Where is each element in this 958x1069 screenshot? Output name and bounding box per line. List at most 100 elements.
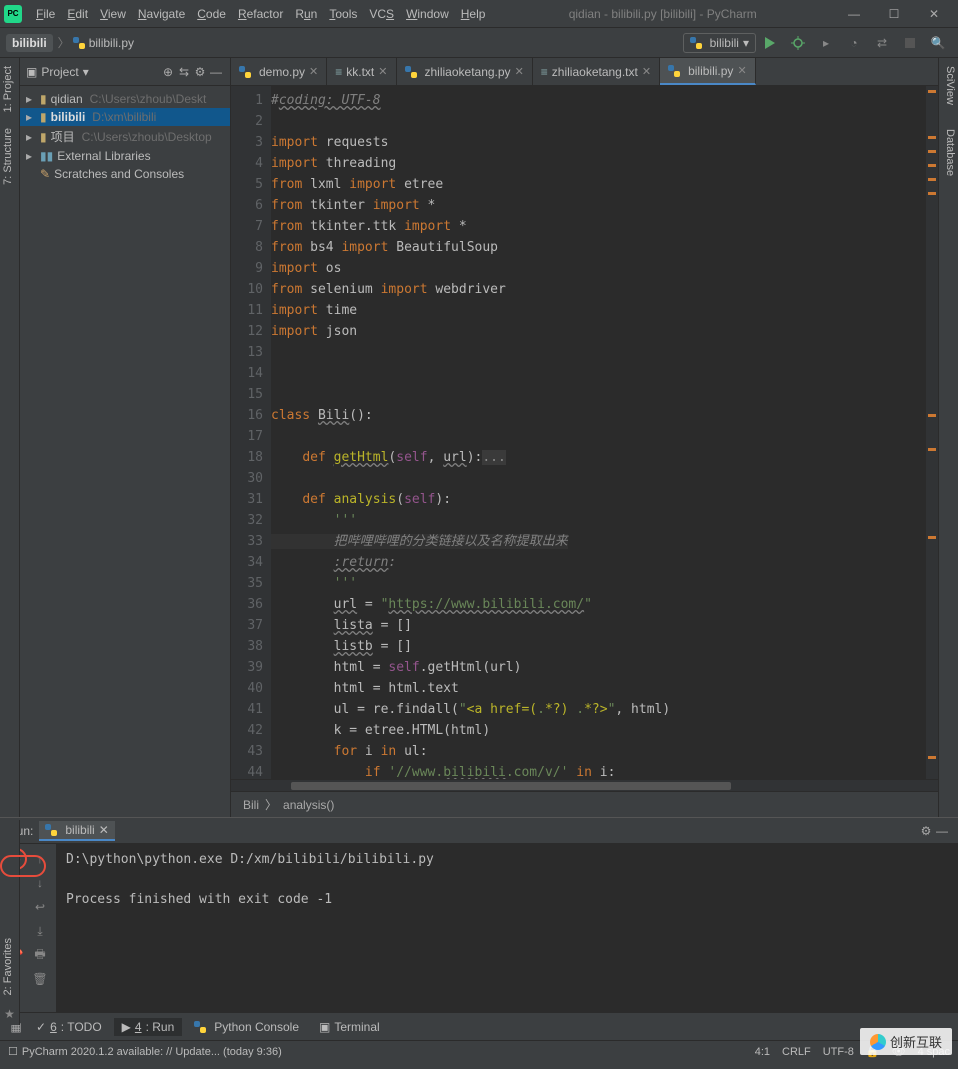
breadcrumb-class[interactable]: Bili <box>243 798 259 812</box>
hide-icon[interactable]: — <box>208 64 224 80</box>
gear-icon[interactable]: ⚙ <box>918 823 934 839</box>
tree-item-scratches[interactable]: ✎Scratches and Consoles <box>20 165 230 183</box>
tab-bilibili[interactable]: bilibili.py✕ <box>660 58 756 85</box>
tab-demo[interactable]: demo.py✕ <box>231 58 327 85</box>
watermark: 创新互联 <box>860 1028 952 1055</box>
right-tool-sciview[interactable]: SciView <box>939 58 958 113</box>
left-tool-strip: 1: Project 7: Structure <box>0 58 20 817</box>
right-tool-database[interactable]: Database <box>939 121 958 184</box>
horizontal-scrollbar[interactable] <box>231 779 938 791</box>
run-tab-bilibili[interactable]: bilibili✕ <box>39 821 114 841</box>
star-icon[interactable]: ★ <box>0 1003 19 1025</box>
left-tool-structure[interactable]: 7: Structure <box>0 120 19 193</box>
menu-view[interactable]: View <box>94 3 132 25</box>
editor-tab-bar: demo.py✕ ≡kk.txt✕ zhiliaoketang.py✕ ≡zhi… <box>231 58 938 86</box>
coverage-button[interactable]: ▸ <box>815 32 837 54</box>
down-button[interactable]: ↓ <box>29 872 51 894</box>
tab-zhiliaoketang-py[interactable]: zhiliaoketang.py✕ <box>397 58 533 85</box>
tab-kk[interactable]: ≡kk.txt✕ <box>327 58 396 85</box>
close-icon[interactable]: ✕ <box>309 65 318 78</box>
status-bar: ☐ PyCharm 2020.1.2 available: // Update.… <box>0 1040 958 1062</box>
maximize-button[interactable]: ☐ <box>874 2 914 26</box>
chevron-right-icon: 〉 <box>265 796 277 813</box>
project-tree: ▸▮qidianC:\Users\zhoub\Deskt ▸▮bilibiliD… <box>20 86 230 187</box>
collapse-icon[interactable]: ⇆ <box>176 64 192 80</box>
scroll-button[interactable]: ⤓ <box>29 920 51 942</box>
nav-toolbar: bilibili 〉 bilibili.py bilibili ▾ ▸ ◔ ⇄ … <box>0 28 958 58</box>
tree-item-xiangmu[interactable]: ▸▮项目C:\Users\zhoub\Desktop <box>20 126 230 147</box>
code-content[interactable]: #coding: UTF-8 import requests import th… <box>271 86 926 779</box>
python-icon <box>690 37 702 49</box>
gutter[interactable]: 1234567891011121314151617183031323334353… <box>231 86 271 779</box>
status-message[interactable]: PyCharm 2020.1.2 available: // Update...… <box>22 1046 282 1058</box>
left-tool-favorites[interactable]: 2: Favorites <box>0 930 19 1003</box>
run-button[interactable] <box>759 32 781 54</box>
tree-item-bilibili[interactable]: ▸▮bilibiliD:\xm\bilibili <box>20 108 230 126</box>
gear-icon[interactable]: ⚙ <box>192 64 208 80</box>
file-encoding[interactable]: UTF-8 <box>823 1046 854 1058</box>
tree-item-qidian[interactable]: ▸▮qidianC:\Users\zhoub\Deskt <box>20 90 230 108</box>
bottom-tool-todo[interactable]: ✓ 6: TODO <box>28 1018 110 1036</box>
search-button[interactable]: 🔍 <box>927 32 949 54</box>
code-breadcrumb[interactable]: Bili 〉 analysis() <box>231 791 938 817</box>
tab-zhiliaoketang-txt[interactable]: ≡zhiliaoketang.txt✕ <box>533 58 660 85</box>
watermark-logo-icon <box>870 1034 886 1050</box>
minimize-button[interactable]: — <box>834 2 874 26</box>
locate-icon[interactable]: ⊕ <box>160 64 176 80</box>
close-icon[interactable]: ✕ <box>99 823 109 837</box>
right-tool-strip: SciView Database <box>938 58 958 817</box>
run-console-output[interactable]: D:\python\python.exe D:/xm/bilibili/bili… <box>56 844 958 1012</box>
profile-button[interactable]: ◔ <box>843 32 865 54</box>
close-icon[interactable]: ✕ <box>378 65 387 78</box>
main-area: 1: Project 7: Structure ▣ Project ▾ ⊕ ⇆ … <box>0 58 958 817</box>
stop-button[interactable] <box>899 32 921 54</box>
text-file-icon: ≡ <box>335 65 342 79</box>
breadcrumb-root[interactable]: bilibili <box>6 34 53 52</box>
python-file-icon <box>668 65 680 77</box>
menu-file[interactable]: File <box>30 3 61 25</box>
project-panel-header: ▣ Project ▾ ⊕ ⇆ ⚙ — <box>20 58 230 86</box>
project-panel: ▣ Project ▾ ⊕ ⇆ ⚙ — ▸▮qidianC:\Users\zho… <box>20 58 231 817</box>
run-config-selector[interactable]: bilibili ▾ <box>683 33 756 53</box>
bottom-tool-terminal[interactable]: ▣ Terminal <box>311 1018 388 1036</box>
close-icon[interactable]: ✕ <box>737 64 746 77</box>
close-icon[interactable]: ✕ <box>642 65 651 78</box>
bottom-tool-run[interactable]: ▶ 4: Run <box>114 1018 183 1036</box>
breadcrumb-method[interactable]: analysis() <box>283 798 334 812</box>
code-editor[interactable]: 1234567891011121314151617183031323334353… <box>231 86 938 779</box>
print-button[interactable]: 🖶 <box>29 944 51 966</box>
window-title: qidian - bilibili.py [bilibili] - PyChar… <box>491 7 834 21</box>
hide-icon[interactable]: — <box>934 823 950 839</box>
menu-run[interactable]: Run <box>289 3 323 25</box>
menu-refactor[interactable]: Refactor <box>232 3 289 25</box>
trash-button[interactable]: 🗑 <box>29 968 51 990</box>
close-icon[interactable]: ✕ <box>515 65 524 78</box>
line-separator[interactable]: CRLF <box>782 1046 811 1058</box>
tree-item-external-libraries[interactable]: ▸▮▮External Libraries <box>20 147 230 165</box>
left-tool-project[interactable]: 1: Project <box>0 58 19 120</box>
run-panel-header: Run: bilibili✕ ⚙ — <box>0 818 958 844</box>
menu-tools[interactable]: Tools <box>323 3 363 25</box>
wrap-button[interactable]: ↩ <box>29 896 51 918</box>
menu-vcs[interactable]: VCS <box>363 3 400 25</box>
run-body: ▶ ↑ ■ ↓ ⊞ ↩ ⤓ 📌 🖶 🗑 <box>0 844 958 1012</box>
menu-help[interactable]: Help <box>455 3 492 25</box>
close-button[interactable]: ✕ <box>914 2 954 26</box>
menu-code[interactable]: Code <box>191 3 232 25</box>
breadcrumb-sep: 〉 <box>58 34 70 51</box>
status-message-icon: ☐ <box>8 1045 18 1058</box>
menu-window[interactable]: Window <box>400 3 455 25</box>
menu-edit[interactable]: Edit <box>61 3 94 25</box>
up-button[interactable]: ↑ <box>29 848 51 870</box>
python-icon <box>194 1021 206 1033</box>
cursor-position[interactable]: 4:1 <box>755 1046 770 1058</box>
marker-bar[interactable] <box>926 86 938 779</box>
pycharm-icon: PC <box>4 5 22 23</box>
menu-navigate[interactable]: Navigate <box>132 3 191 25</box>
bottom-tool-python-console[interactable]: Python Console <box>186 1018 307 1036</box>
attach-button[interactable]: ⇄ <box>871 32 893 54</box>
python-file-icon <box>73 37 85 49</box>
project-panel-title[interactable]: ▣ Project ▾ <box>26 65 160 79</box>
debug-button[interactable] <box>787 32 809 54</box>
breadcrumb-file[interactable]: bilibili.py <box>73 36 134 50</box>
